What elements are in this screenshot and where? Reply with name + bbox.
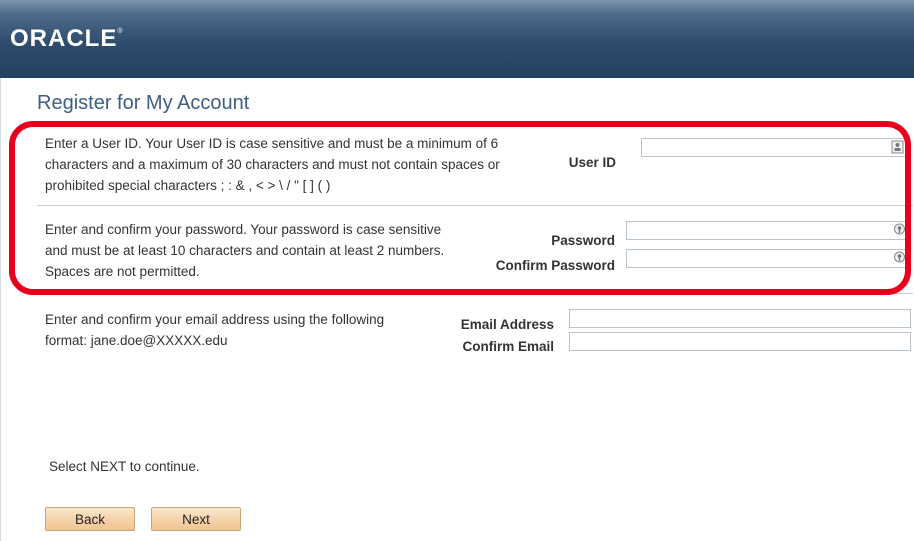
key-icon[interactable] (893, 251, 906, 265)
userid-label: User ID (568, 155, 616, 170)
email-instruction-line: Enter and confirm your email address usi… (45, 312, 385, 327)
password-input[interactable] (626, 221, 911, 240)
section-divider (37, 205, 913, 206)
confirm-password-label: Confirm Password (495, 258, 615, 273)
page-title: Register for My Account (37, 92, 250, 114)
continue-instruction: Select NEXT to continue. (49, 459, 200, 474)
password-label: Password (551, 233, 615, 248)
userid-instruction-line: prohibited special characters ; : & , < … (45, 178, 331, 193)
password-instruction-line: and must be at least 10 characters and c… (45, 243, 445, 258)
password-instructions: Enter and confirm your password. Your pa… (45, 219, 444, 282)
email-address-input[interactable] (569, 309, 911, 328)
section-divider (37, 293, 913, 294)
userid-instruction-line: Enter a User ID. Your User ID is case se… (45, 136, 499, 151)
next-button[interactable]: Next (151, 507, 241, 531)
key-icon[interactable] (893, 223, 906, 237)
confirm-email-input[interactable] (569, 332, 911, 351)
userid-instruction-line: characters and a maximum of 30 character… (45, 157, 500, 172)
password-instruction-line: Enter and confirm your password. Your pa… (45, 222, 442, 237)
header-bar: ORACLE® (0, 0, 914, 78)
email-instructions: Enter and confirm your email address usi… (45, 309, 384, 351)
email-instruction-line: format: jane.doe@XXXXX.edu (45, 333, 228, 348)
userid-instructions: Enter a User ID. Your User ID is case se… (45, 133, 500, 196)
userid-input[interactable] (641, 138, 909, 157)
confirm-email-label: Confirm Email (462, 339, 554, 354)
password-instruction-line: Spaces are not permitted. (45, 264, 200, 279)
contact-card-icon[interactable] (891, 140, 904, 154)
confirm-password-input[interactable] (626, 249, 911, 268)
oracle-logo: ORACLE® (10, 25, 124, 52)
back-button[interactable]: Back (45, 507, 135, 531)
email-address-label: Email Address (460, 317, 554, 332)
